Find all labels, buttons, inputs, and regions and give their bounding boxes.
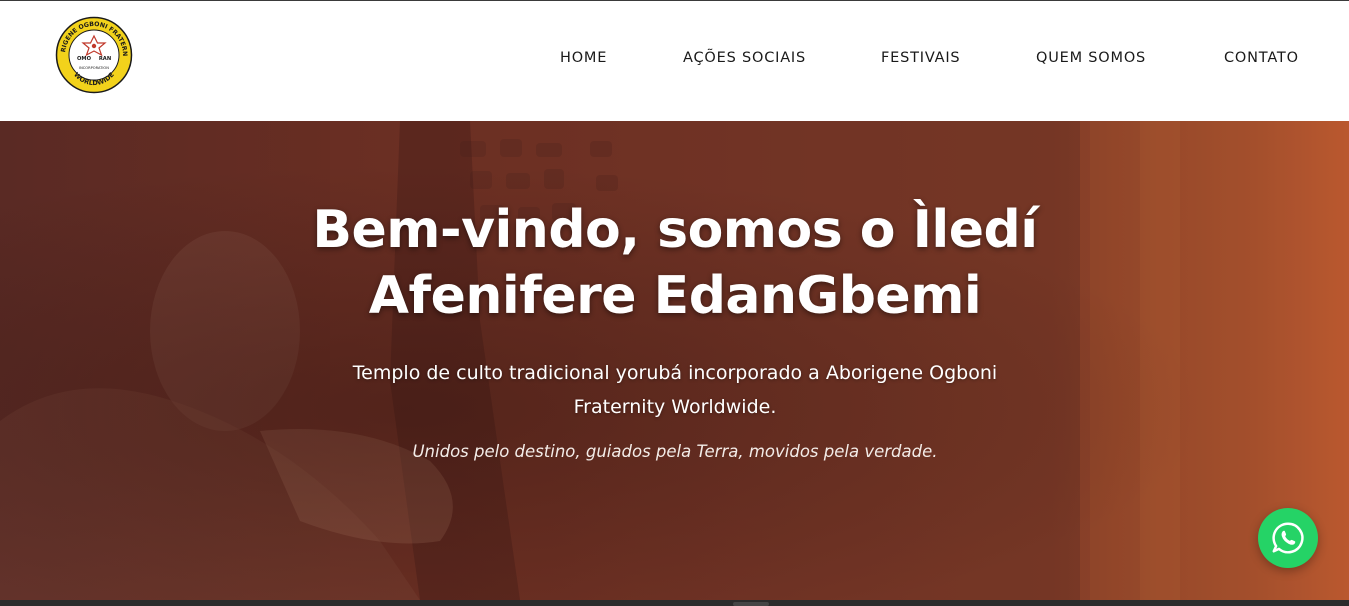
whatsapp-button[interactable] <box>1258 508 1318 568</box>
nav-item-acoes-sociais[interactable]: AÇÕES SOCIAIS <box>683 50 806 66</box>
nav-item-festivais[interactable]: FESTIVAIS <box>881 50 960 66</box>
hero-title: Bem-vindo, somos o Ìledí Afenifere EdanG… <box>225 197 1125 329</box>
hero-subtitle-line-2: Fraternity Worldwide. <box>573 396 777 418</box>
bottom-strip-handle <box>733 602 769 606</box>
whatsapp-icon <box>1272 522 1304 554</box>
nav-item-home[interactable]: HOME <box>560 50 607 66</box>
hero-subtitle-line-1: Templo de culto tradicional yorubá incor… <box>352 362 998 384</box>
hero-title-line-1: Bem-vindo, somos o Ìledí <box>312 200 1038 260</box>
site-header: ABORIGENE OGBONI FRATERNITY WORLDWIDE OM… <box>0 1 1349 121</box>
nav-item-quem-somos[interactable]: QUEM SOMOS <box>1036 50 1146 66</box>
main-nav: HOME AÇÕES SOCIAIS FESTIVAIS QUEM SOMOS … <box>0 50 1349 72</box>
hero-subtitle: Templo de culto tradicional yorubá incor… <box>280 356 1070 424</box>
hero-motto: Unidos pelo destino, guiados pela Terra,… <box>412 442 938 461</box>
nav-item-contato[interactable]: CONTATO <box>1224 50 1299 66</box>
hero-section: Bem-vindo, somos o Ìledí Afenifere EdanG… <box>0 121 1349 600</box>
hero-title-line-2: Afenifere EdanGbemi <box>368 266 982 326</box>
bottom-strip <box>0 600 1349 606</box>
